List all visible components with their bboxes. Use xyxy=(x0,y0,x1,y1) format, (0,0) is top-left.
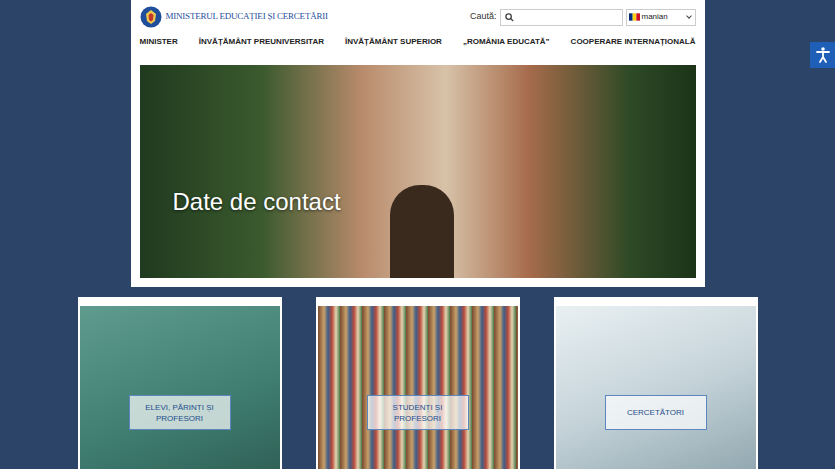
card-photo: CERCETĂTORI xyxy=(556,306,756,469)
audience-card[interactable]: ELEVI, PĂRINȚI ȘI PROFESORI xyxy=(78,297,282,469)
accessibility-button[interactable] xyxy=(810,42,835,68)
language-value: manian xyxy=(642,11,685,23)
page-header: MINISTERUL EDUCAȚIEI ȘI CERCETĂRII Caută… xyxy=(131,0,705,287)
nav-item[interactable]: ÎNVĂȚĂMÂNT PREUNIVERSITAR xyxy=(199,36,324,48)
main-nav: MINISTER ÎNVĂȚĂMÂNT PREUNIVERSITAR ÎNVĂȚĂM… xyxy=(140,34,696,50)
nav-item[interactable]: MINISTER xyxy=(140,36,178,48)
nav-item[interactable]: ÎNVĂȚĂMÂNT SUPERIOR xyxy=(345,36,442,48)
audience-card[interactable]: STUDENȚI ȘI PROFESORI xyxy=(316,297,520,469)
search-field[interactable] xyxy=(500,9,623,26)
card-photo: ELEVI, PĂRINȚI ȘI PROFESORI xyxy=(80,306,280,469)
coat-of-arms-icon xyxy=(140,6,162,28)
hero-banner: Date de contact xyxy=(140,65,696,278)
romania-flag-icon xyxy=(629,13,640,21)
audience-card[interactable]: CERCETĂTORI xyxy=(554,297,758,469)
magnifier-icon xyxy=(505,13,514,22)
card-label[interactable]: ELEVI, PĂRINȚI ȘI PROFESORI xyxy=(129,395,231,430)
logo-text: MINISTERUL EDUCAȚIEI ȘI CERCETĂRII xyxy=(166,10,328,24)
chevron-icon xyxy=(686,13,692,19)
card-label[interactable]: STUDENȚI ȘI PROFESORI xyxy=(367,395,469,430)
search-label: Caută: xyxy=(470,10,497,24)
audience-cards: ELEVI, PĂRINȚI ȘI PROFESORI STUDENȚI ȘI P… xyxy=(78,297,758,469)
hero-title: Date de contact xyxy=(173,184,341,220)
card-label[interactable]: CERCETĂTORI xyxy=(605,395,707,430)
accessibility-icon xyxy=(814,46,832,64)
hero-door xyxy=(390,185,454,278)
card-photo: STUDENȚI ȘI PROFESORI xyxy=(318,306,518,469)
nav-item[interactable]: „ROMÂNIA EDUCATĂ” xyxy=(463,36,550,48)
language-select[interactable]: manian xyxy=(626,9,696,26)
logo[interactable]: MINISTERUL EDUCAȚIEI ȘI CERCETĂRII xyxy=(140,6,328,28)
nav-item[interactable]: COOPERARE INTERNAȚIONALĂ xyxy=(571,36,696,48)
